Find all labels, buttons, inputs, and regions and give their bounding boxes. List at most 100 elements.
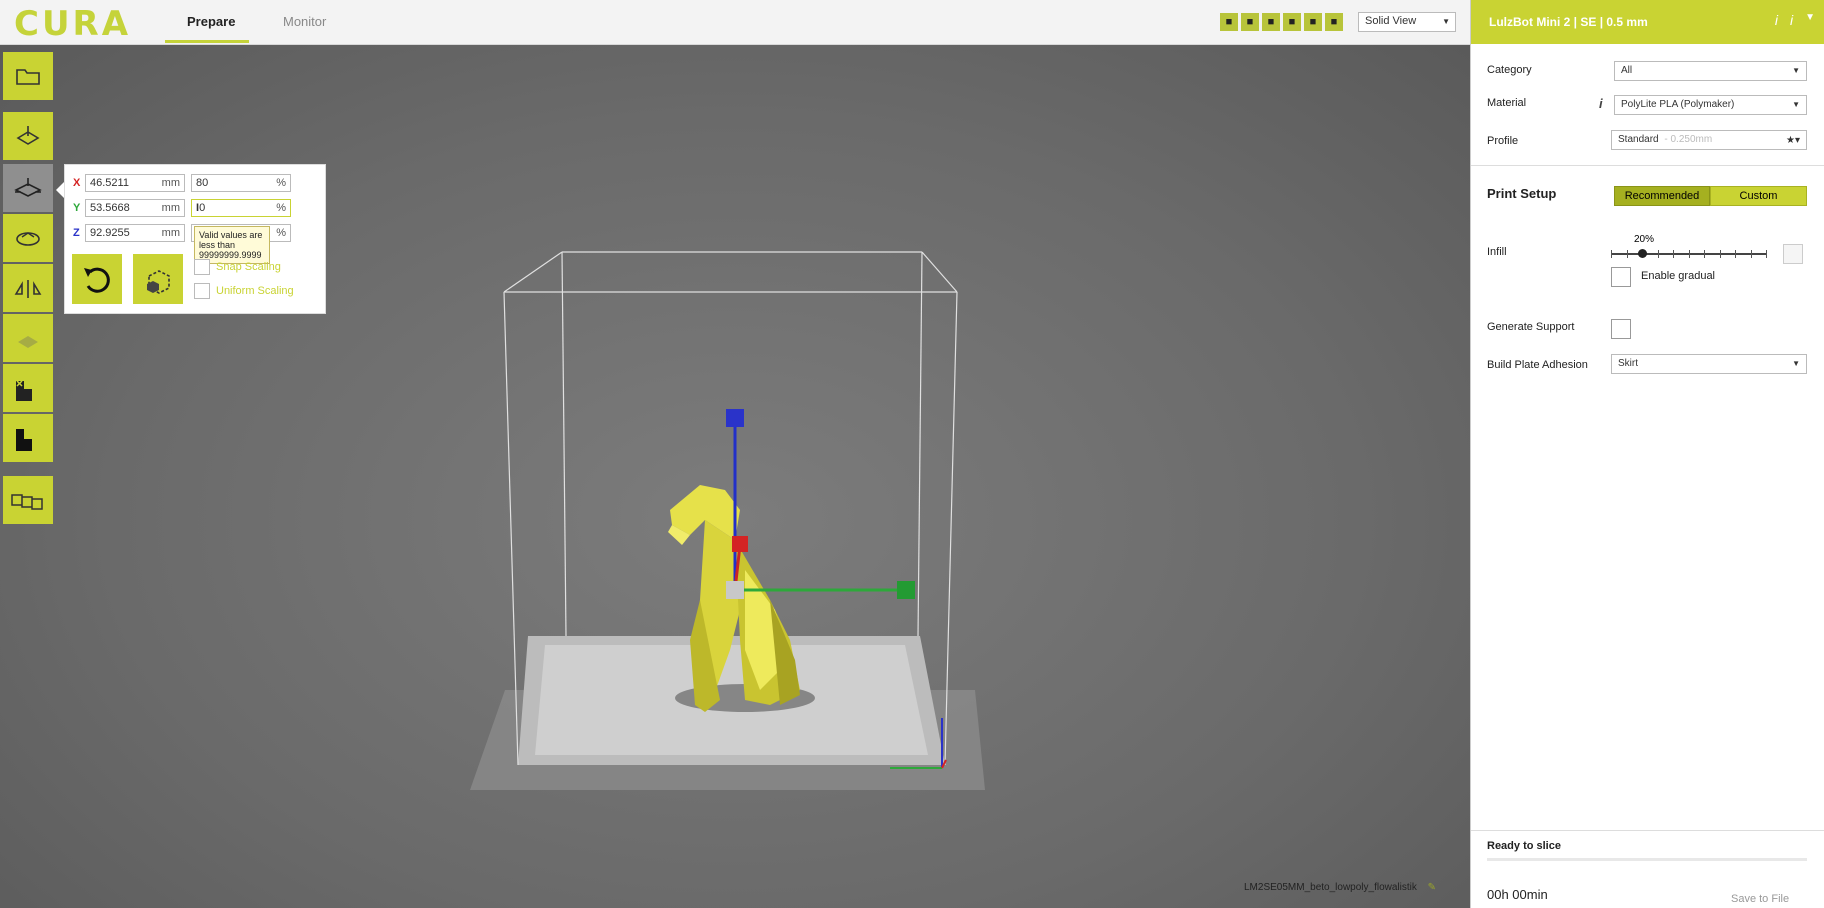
view-3d-icon[interactable]: ■ [1220, 13, 1238, 31]
move-icon [16, 126, 40, 145]
snap-scaling-row[interactable]: Snap Scaling [194, 259, 281, 275]
view-layer-icon[interactable]: ■ [1325, 13, 1343, 31]
percent-y-value: 0 [199, 202, 206, 214]
divider [1471, 830, 1824, 831]
view-top-icon[interactable]: ■ [1262, 13, 1280, 31]
chevron-down-icon[interactable]: ▼ [1805, 12, 1815, 28]
material-info-icon[interactable]: i [1790, 12, 1793, 28]
category-select[interactable]: All ▼ [1614, 61, 1807, 81]
infill-value: 20% [1634, 234, 1655, 245]
material-value: PolyLite PLA (Polymaker) [1621, 99, 1735, 110]
camera-view-buttons: ■ ■ ■ ■ ■ ■ [1220, 13, 1343, 31]
scale-tool-button[interactable] [3, 164, 53, 212]
view-right-icon[interactable]: ■ [1304, 13, 1322, 31]
slider-tick [1766, 250, 1767, 258]
custom-mode-button[interactable]: Custom [1710, 186, 1807, 206]
support-label: Generate Support [1487, 321, 1575, 333]
slider-tick [1611, 250, 1612, 258]
slider-tick [1751, 250, 1752, 258]
print-time: 00h 00min [1487, 887, 1548, 902]
size-y-input[interactable]: 53.5668 mm [85, 199, 185, 217]
pencil-icon[interactable]: ✎ [1428, 882, 1436, 893]
view-mode-select[interactable]: Solid View ▼ [1358, 12, 1456, 32]
tab-monitor[interactable]: Monitor [283, 14, 326, 29]
support-blocker-icon [16, 380, 32, 401]
category-label: Category [1487, 64, 1532, 76]
percent-y-unit: % [276, 202, 286, 214]
snap-scaling-label: Snap Scaling [216, 261, 281, 273]
uniform-scaling-row[interactable]: Uniform Scaling [194, 283, 294, 299]
rotate-icon [16, 232, 40, 246]
reset-scale-button[interactable] [72, 254, 122, 304]
profile-select[interactable]: Standard - 0.250mm ★▾ [1611, 130, 1807, 150]
size-x-value: 46.5211 [90, 177, 129, 189]
adhesion-label: Build Plate Adhesion [1487, 359, 1588, 371]
print-setup-label: Print Setup [1487, 186, 1557, 201]
uniform-scaling-label: Uniform Scaling [216, 285, 294, 297]
rotate-tool-button[interactable] [3, 214, 53, 262]
open-file-button[interactable] [3, 52, 53, 100]
slice-progress-bar [1487, 858, 1807, 861]
mirror-tool-button[interactable] [3, 264, 53, 312]
infill-slider-handle[interactable] [1638, 249, 1647, 258]
size-y-unit: mm [161, 202, 180, 214]
printer-header: LulzBot Mini 2 | SE | 0.5 mm i i ▼ [1471, 0, 1824, 44]
layers-icon [16, 429, 32, 451]
layer-view-button[interactable] [3, 414, 53, 462]
chevron-down-icon: ▼ [1792, 359, 1800, 368]
view-mode-value: Solid View [1365, 15, 1417, 27]
material-info-icon[interactable]: i [1599, 96, 1603, 111]
per-model-settings-button[interactable] [3, 314, 53, 362]
x-axis-handle[interactable] [897, 581, 915, 599]
generate-support-checkbox[interactable] [1611, 319, 1631, 339]
uniform-scaling-checkbox[interactable] [194, 283, 210, 299]
gradual-infill-label: Enable gradual [1641, 270, 1716, 282]
uniform-scale-handle[interactable] [726, 581, 744, 599]
y-axis-handle[interactable] [732, 536, 748, 552]
slider-tick [1720, 250, 1721, 258]
multiply-tool-button[interactable] [3, 476, 53, 524]
snap-scaling-checkbox[interactable] [194, 259, 210, 275]
folder-icon [16, 69, 40, 85]
view-left-icon[interactable]: ■ [1283, 13, 1301, 31]
scale-panel-pointer [56, 182, 64, 198]
infill-settings-button[interactable] [1783, 244, 1803, 264]
view-front-icon[interactable]: ■ [1241, 13, 1259, 31]
size-z-input[interactable]: 92.9255 mm [85, 224, 185, 242]
material-select[interactable]: PolyLite PLA (Polymaker) ▼ [1614, 95, 1807, 115]
size-x-input[interactable]: 46.5211 mm [85, 174, 185, 192]
top-bar: CURA Prepare Monitor ■ ■ ■ ■ ■ ■ Solid V… [0, 0, 1470, 45]
chevron-down-icon: ▼ [1792, 66, 1800, 75]
multiply-icon [11, 494, 43, 510]
percent-y-input[interactable]: I0 % [191, 199, 291, 217]
undo-icon [84, 267, 110, 293]
size-x-unit: mm [161, 177, 180, 189]
divider [1471, 165, 1824, 166]
size-z-value: 92.9255 [90, 227, 130, 239]
app-logo: CURA [14, 4, 132, 44]
scale-row-x: X 46.5211 mm 80 % [73, 173, 291, 193]
gradual-infill-checkbox[interactable] [1611, 267, 1631, 287]
z-axis-handle[interactable] [726, 409, 744, 427]
adhesion-select[interactable]: Skirt ▼ [1611, 354, 1807, 374]
infill-label: Infill [1487, 246, 1507, 258]
tab-prepare[interactable]: Prepare [187, 14, 235, 29]
percent-x-input[interactable]: 80 % [191, 174, 291, 192]
header-icons: i i ▼ [1775, 12, 1815, 28]
scale-row-y: Y 53.5668 mm I0 % [73, 198, 291, 218]
percent-z-unit: % [276, 227, 286, 239]
printer-info-icon[interactable]: i [1775, 12, 1778, 28]
lay-flat-button[interactable] [133, 254, 183, 304]
slider-tick [1689, 250, 1690, 258]
active-tab-indicator [165, 40, 249, 43]
profile-value: Standard [1618, 134, 1659, 145]
chevron-down-icon: ▼ [1442, 17, 1450, 26]
save-to-file-button[interactable]: Save to File [1731, 893, 1789, 905]
slider-tick [1704, 250, 1705, 258]
translate-tool-button[interactable] [3, 112, 53, 160]
slice-status: Ready to slice [1487, 840, 1561, 852]
support-blocker-button[interactable] [3, 364, 53, 412]
recommended-mode-button[interactable]: Recommended [1614, 186, 1710, 206]
printer-name[interactable]: LulzBot Mini 2 | SE | 0.5 mm [1489, 15, 1648, 29]
slider-tick [1627, 250, 1628, 258]
